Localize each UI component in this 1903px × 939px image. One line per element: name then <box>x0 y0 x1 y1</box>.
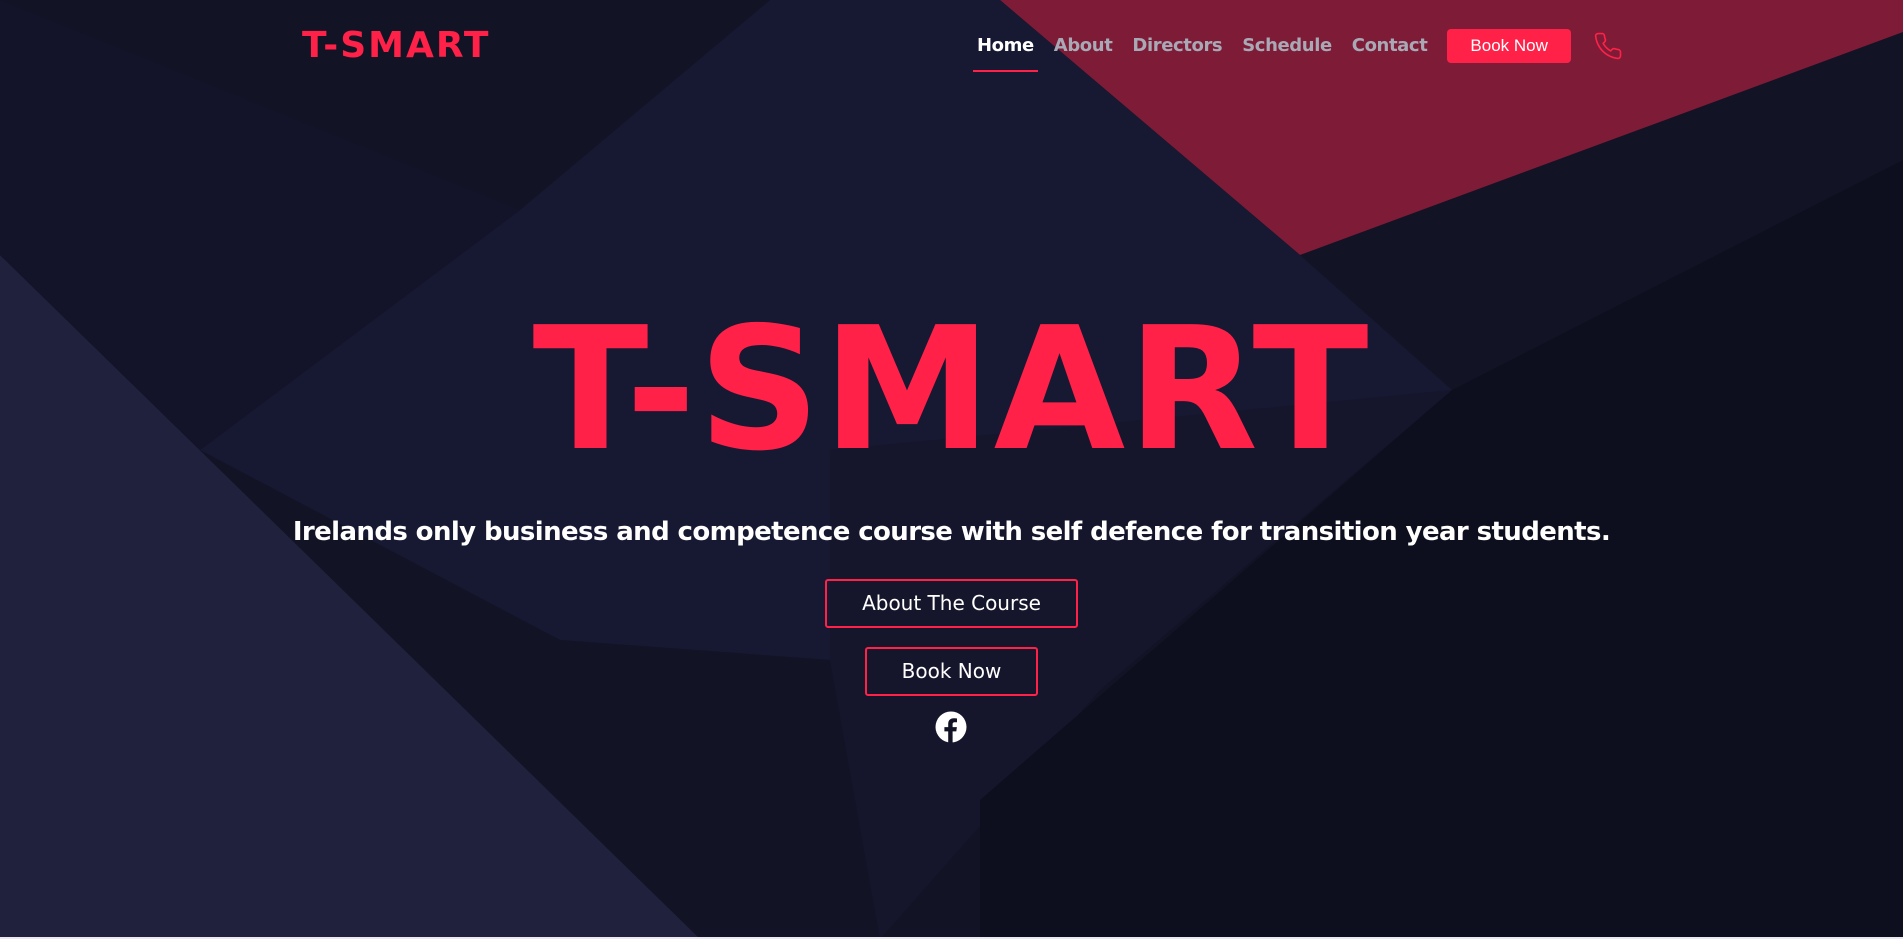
about-the-course-button[interactable]: About The Course <box>825 579 1078 628</box>
hero-title: T-SMART <box>532 291 1371 489</box>
facebook-icon[interactable] <box>935 711 967 743</box>
main-nav: Home About Directors Schedule Contact Bo… <box>967 28 1625 72</box>
hero-subtitle: Irelands only business and competence co… <box>292 517 1611 547</box>
nav-book-now-button[interactable]: Book Now <box>1447 29 1571 63</box>
site-logo[interactable]: T-SMART <box>302 22 490 70</box>
phone-icon[interactable] <box>1591 29 1625 63</box>
nav-item-about[interactable]: About <box>1054 28 1113 64</box>
page: T-SMART Home About Directors Schedule Co… <box>0 0 1903 939</box>
nav-item-schedule[interactable]: Schedule <box>1242 28 1332 64</box>
nav-item-directors[interactable]: Directors <box>1132 28 1222 64</box>
nav-item-home[interactable]: Home <box>973 28 1038 72</box>
hero-book-now-button[interactable]: Book Now <box>865 647 1038 696</box>
site-header: T-SMART Home About Directors Schedule Co… <box>0 0 1903 92</box>
nav-item-contact[interactable]: Contact <box>1352 28 1428 64</box>
